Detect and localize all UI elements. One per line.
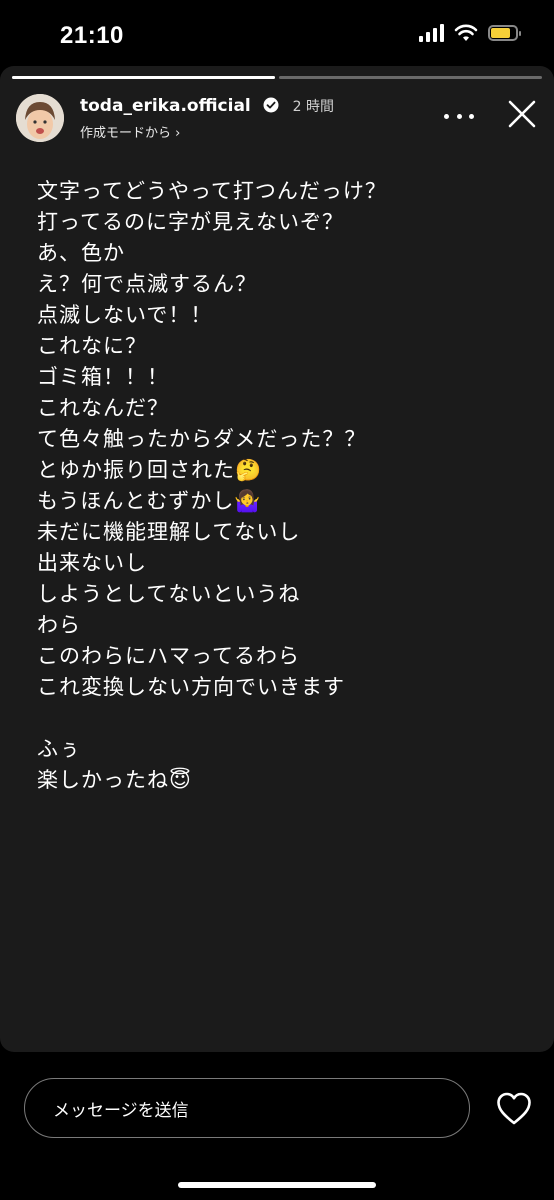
- story-progress: [12, 76, 542, 79]
- username[interactable]: toda_erika.official: [80, 96, 251, 116]
- battery-fill: [491, 28, 511, 38]
- story-text-line: 楽しかったね😇: [37, 768, 192, 792]
- story-text-line: とゆか振り回された🤔: [37, 458, 263, 482]
- story-text-line: わら: [37, 613, 81, 637]
- story-text-line: これなんだ？: [37, 396, 169, 420]
- reply-bar: メッセージを送信: [0, 1052, 554, 1200]
- story-header: toda_erika.official 2 時間 作成モードから ›: [16, 92, 538, 148]
- story-text-line: 点滅しないで！！: [37, 303, 213, 327]
- cellular-signal-icon: [419, 24, 444, 42]
- story-text-line: 文字ってどうやって打つんだっけ？: [37, 179, 387, 203]
- progress-segment: [12, 76, 275, 79]
- progress-segment: [279, 76, 542, 79]
- more-options-icon[interactable]: [444, 106, 474, 126]
- status-icons: [419, 24, 521, 42]
- story-text-line: 打ってるのに字が見えないぞ？: [37, 210, 344, 234]
- username-row[interactable]: toda_erika.official 2 時間: [80, 96, 334, 116]
- avatar[interactable]: [16, 94, 64, 142]
- story-text-line: ゴミ箱！！！: [37, 365, 169, 389]
- story-text-line: [37, 703, 387, 734]
- story-text-line: 出来ないし: [37, 551, 147, 575]
- home-indicator: [178, 1182, 376, 1188]
- story-text-line: これなに？: [37, 334, 147, 358]
- verified-badge-icon: [263, 97, 279, 113]
- progress-segment-fill: [12, 76, 275, 79]
- created-with-link[interactable]: 作成モードから ›: [80, 122, 180, 141]
- story-text-line: このわらにハマってるわら: [37, 644, 300, 668]
- story-text-line: しようとしてないというね: [37, 582, 301, 606]
- story-text-line: え？何で点滅するん？: [37, 272, 257, 296]
- message-input-placeholder: メッセージを送信: [53, 1100, 189, 1121]
- close-icon[interactable]: [506, 98, 538, 130]
- story-text-line: もうほんとむずかし🤷‍♀️: [37, 489, 262, 513]
- post-time: 2 時間: [292, 99, 334, 115]
- battery-icon: [488, 25, 521, 41]
- status-bar: 21:10: [0, 0, 554, 68]
- status-time: 21:10: [60, 22, 124, 49]
- story-text-line: て色々触ったからダメだった？？: [37, 427, 367, 451]
- story-text-line: ふぅ: [37, 737, 81, 761]
- heart-icon[interactable]: [496, 1092, 532, 1126]
- story-text-line: これ変換しない方向でいきます: [37, 675, 345, 699]
- story-viewer[interactable]: toda_erika.official 2 時間 作成モードから › 文字ってど…: [0, 66, 554, 1052]
- story-text: 文字ってどうやって打つんだっけ？ 打ってるのに字が見えないぞ？ あ、色かえ？何で点滅…: [37, 176, 387, 796]
- message-input[interactable]: メッセージを送信: [24, 1078, 470, 1138]
- avatar-image: [16, 94, 64, 142]
- story-text-line: 未だに機能理解してないし: [37, 520, 301, 544]
- wifi-icon: [454, 24, 478, 41]
- story-text-line: あ、色か: [37, 241, 125, 265]
